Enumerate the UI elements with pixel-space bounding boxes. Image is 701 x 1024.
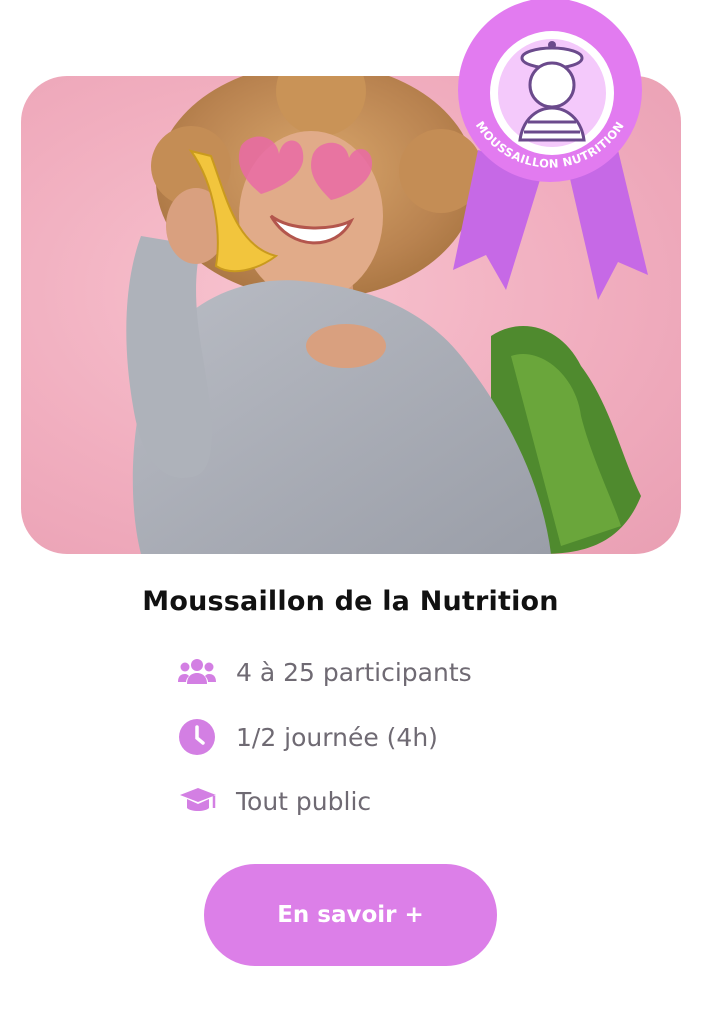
audience-label: Tout public (236, 786, 372, 816)
clock-icon (178, 719, 218, 755)
duration-row: 1/2 journée (4h) (178, 719, 438, 755)
audience-row: Tout public (178, 784, 371, 818)
participants-row: 4 à 25 participants (178, 655, 472, 689)
moussaillon-badge: MOUSSAILLON NUTRITION (453, 0, 648, 300)
sailor-icon (518, 41, 586, 142)
graduation-cap-icon (178, 784, 218, 818)
participants-label: 4 à 25 participants (236, 657, 472, 687)
users-icon (178, 655, 218, 689)
learn-more-button[interactable]: En savoir + (204, 864, 497, 966)
duration-label: 1/2 journée (4h) (236, 722, 438, 752)
card-title: Moussaillon de la Nutrition (142, 586, 559, 617)
